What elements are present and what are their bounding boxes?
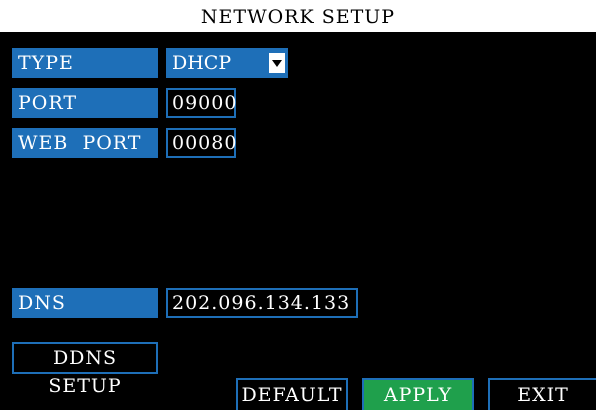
type-select[interactable]: DHCP [166, 48, 288, 78]
apply-button[interactable]: APPLY [362, 378, 474, 410]
type-label: TYPE [12, 48, 158, 78]
chevron-down-icon[interactable] [269, 53, 285, 73]
dvr-screen: NETWORK SETUP TYPE DHCP PORT 09000 WEB P… [0, 2, 596, 410]
port-input[interactable]: 09000 [166, 88, 236, 118]
type-select-value: DHCP [172, 52, 232, 74]
default-button[interactable]: DEFAULT [236, 378, 348, 410]
port-label: PORT [12, 88, 158, 118]
dns-input[interactable]: 202.096.134.133 [166, 288, 358, 318]
exit-button[interactable]: EXIT [488, 378, 596, 410]
dns-label: DNS [12, 288, 158, 318]
web-port-label: WEB PORT [12, 128, 158, 158]
ddns-setup-button[interactable]: DDNS SETUP [12, 342, 158, 397]
web-port-input[interactable]: 00080 [166, 128, 236, 158]
page-title: NETWORK SETUP [0, 2, 596, 32]
